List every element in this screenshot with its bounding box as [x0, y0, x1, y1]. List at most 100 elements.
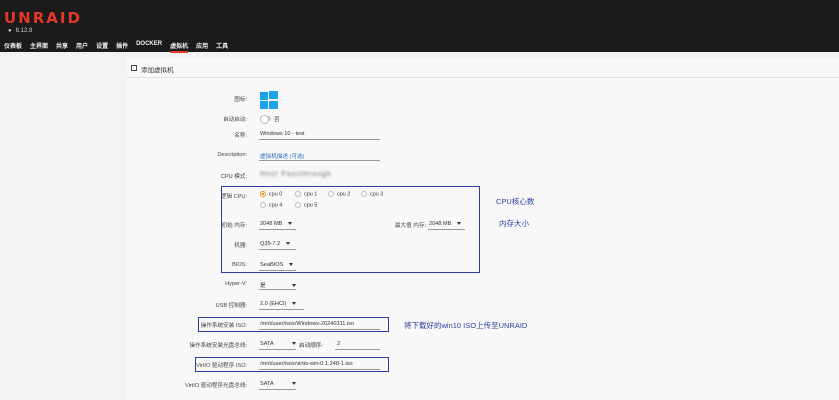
cpu-5-label: cpu 5 — [304, 202, 318, 209]
os-iso-label: 操作系统安装 ISO: — [200, 323, 247, 329]
top-header: UNRAID ● 6.12.8 仪表板 主界面 共享 用户 设置 插件 DOCKER 虚拟机 应用… — [0, 0, 839, 53]
nav-item-8[interactable]: 应用 — [196, 41, 208, 53]
unraid-logo[interactable]: UNRAID — [4, 9, 82, 27]
dropdown-arrow-icon — [289, 263, 294, 267]
init-memory-label: 初始 内存: — [221, 223, 247, 229]
radio-icon — [295, 202, 301, 208]
os-iso-input[interactable]: /mnt/user/isos/Windows-20240311.iso — [260, 321, 354, 327]
version-text: 6.12.8 — [15, 28, 33, 34]
machine-label: 机器: — [234, 243, 247, 249]
os-bus-value: SATA — [260, 341, 274, 347]
annotation-memory-size: 内存大小 — [499, 219, 529, 228]
virtio-bus-value: SATA — [260, 381, 274, 387]
boot-order-input[interactable]: 2 — [337, 341, 340, 347]
autostart-label: 自动启动: — [223, 117, 247, 123]
nav-item-9[interactable]: 工具 — [216, 41, 228, 53]
autostart-toggle[interactable] — [260, 115, 271, 124]
dropdown-arrow-icon — [288, 222, 293, 226]
os-bus-label: 操作系统安装光盘总线: — [189, 343, 248, 349]
cpu-1-label: cpu 1 — [304, 191, 318, 198]
autostart-value: 否 — [274, 117, 280, 123]
name-input[interactable]: Windows 10 - test — [260, 131, 304, 137]
cpu-1-radio[interactable]: cpu 1 — [295, 191, 317, 197]
cpu-4-label: cpu 4 — [269, 202, 283, 209]
hyperv-select[interactable]: 是 — [260, 281, 296, 289]
max-memory-underline — [428, 229, 465, 230]
logical-cpu-label: 逻辑 CPU: — [220, 194, 247, 200]
panel-header: 添加虚拟机 — [127, 58, 839, 78]
machine-value: Q35-7.2 — [260, 241, 281, 247]
virtio-bus-underline — [259, 389, 296, 390]
add-vm-panel: 添加虚拟机 图标: 自动启动: 否 名称: Windows 10 - test … — [127, 58, 839, 400]
nav-item-1[interactable]: 主界面 — [30, 41, 48, 53]
max-memory-label: 最大值 内存: — [394, 223, 426, 229]
bios-underline — [259, 270, 296, 271]
nav-item-3[interactable]: 用户 — [76, 41, 88, 53]
cpu-0-label: cpu 0 — [269, 191, 283, 198]
virtio-bus-label: VirtIO 驱动程序光盘总线: — [184, 383, 247, 389]
server-status-icon: ● — [8, 28, 12, 34]
bios-label: BIOS: — [232, 262, 247, 268]
dropdown-arrow-icon — [286, 242, 291, 246]
virtio-iso-underline — [259, 369, 380, 370]
boot-order-label: 启动顺序: — [299, 343, 323, 349]
bios-select[interactable]: SeaBIOS — [260, 262, 294, 268]
radio-icon — [295, 191, 301, 197]
boot-order-underline — [335, 349, 380, 350]
cpu-3-radio[interactable]: cpu 3 — [361, 191, 383, 197]
annotation-cpu-count: CPU核心数 — [496, 197, 535, 206]
max-memory-value: 2048 MB — [429, 221, 452, 227]
version-label: ● 6.12.8 — [8, 28, 32, 34]
cpu-2-label: cpu 2 — [337, 191, 351, 198]
icon-label: 图标: — [234, 97, 247, 103]
nav-item-0[interactable]: 仪表板 — [4, 41, 22, 53]
virtio-iso-label: VirtIO 驱动程序 ISO: — [196, 363, 247, 369]
machine-select[interactable]: Q35-7.2 — [260, 241, 291, 247]
virtio-iso-input[interactable]: /mnt/user/isos/virtio-win-0.1.248-1.iso — [260, 361, 353, 367]
dropdown-arrow-icon — [291, 382, 296, 386]
virtio-bus-select[interactable]: SATA — [260, 381, 296, 387]
usb-controller-label: USB 控制器: — [215, 303, 247, 309]
hyperv-underline — [259, 289, 296, 290]
usb-controller-underline — [259, 309, 304, 310]
cpu-0-radio[interactable]: cpu 0 — [260, 191, 282, 197]
cpu-4-radio[interactable]: cpu 4 — [260, 202, 282, 208]
annotation-upload-note: 将下载好的win10 ISO上传至UNRAID — [404, 321, 528, 330]
dropdown-arrow-icon — [457, 222, 462, 226]
radio-icon — [361, 191, 367, 197]
init-memory-underline — [259, 229, 296, 230]
cpu-2-radio[interactable]: cpu 2 — [328, 191, 350, 197]
description-label: Description: — [217, 152, 247, 158]
cpu-3-label: cpu 3 — [370, 191, 384, 198]
dropdown-arrow-icon — [292, 302, 297, 306]
os-iso-underline — [259, 329, 380, 330]
nav-item-4[interactable]: 设置 — [96, 41, 108, 53]
max-memory-select[interactable]: 2048 MB — [429, 221, 462, 227]
machine-underline — [259, 249, 296, 250]
description-input[interactable]: 虚拟机描述 (可选) — [260, 152, 304, 160]
description-underline — [259, 160, 380, 161]
init-memory-select[interactable]: 2048 MB — [260, 221, 293, 227]
windows-logo-icon[interactable] — [260, 91, 278, 109]
name-underline — [259, 139, 380, 140]
usb-controller-select[interactable]: 2.0 (EHCI) — [260, 301, 297, 307]
init-memory-value: 2048 MB — [260, 221, 283, 227]
radio-selected-icon — [260, 191, 266, 197]
os-bus-underline — [259, 349, 296, 350]
nav-item-2[interactable]: 共享 — [56, 41, 68, 53]
nav-item-6[interactable]: DOCKER — [136, 41, 162, 53]
main-nav: 仪表板 主界面 共享 用户 设置 插件 DOCKER 虚拟机 应用 工具 — [4, 41, 236, 53]
cpu-mode-label: CPU 模式: — [220, 174, 247, 180]
radio-icon — [260, 202, 266, 208]
panel-title: 添加虚拟机 — [141, 67, 174, 74]
os-bus-select[interactable]: SATA — [260, 341, 296, 347]
radio-icon — [328, 191, 334, 197]
nav-item-5[interactable]: 插件 — [116, 41, 128, 53]
hyperv-label: Hyper-V: — [225, 281, 247, 287]
dropdown-arrow-icon — [291, 342, 296, 346]
nav-item-7[interactable]: 虚拟机 — [170, 41, 189, 53]
dropdown-arrow-icon — [291, 284, 296, 288]
cpu-mode-select[interactable]: Host Passthrough — [260, 171, 332, 178]
vm-panel-icon — [131, 65, 137, 71]
cpu-5-radio[interactable]: cpu 5 — [295, 202, 317, 208]
